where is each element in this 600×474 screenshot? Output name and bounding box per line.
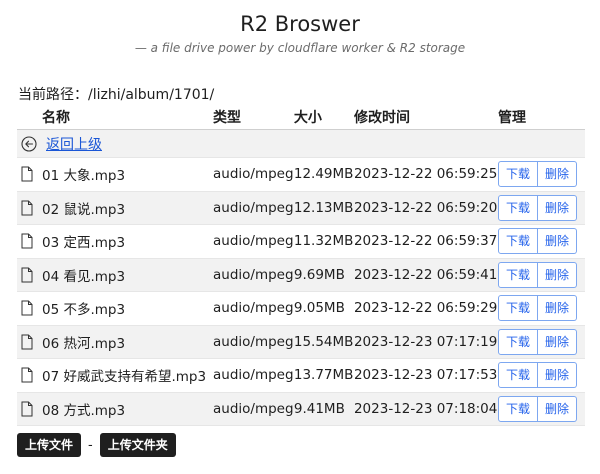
file-name[interactable]: 05 不多.mp3	[42, 298, 125, 318]
back-link[interactable]: 返回上级	[46, 134, 102, 154]
cell-name: 03 定西.mp3	[17, 224, 213, 259]
cell-modified: 2023-12-23 07:18:04	[353, 392, 498, 426]
delete-button[interactable]: 删除	[537, 161, 577, 188]
file-name[interactable]: 01 大象.mp3	[42, 164, 125, 184]
column-header-type: 类型	[213, 104, 294, 130]
back-row: 返回上级	[17, 129, 585, 158]
cell-name: 07 好威武支持有希望.mp3	[17, 358, 213, 393]
cell-size: 13.77MB	[293, 358, 354, 393]
cell-name: 06 热河.mp3	[17, 325, 213, 359]
download-button[interactable]: 下载	[497, 362, 538, 389]
table-row: 01 大象.mp3 audio/mpeg 12.49MB 2023-12-22 06:…	[17, 157, 585, 192]
page-title: R2 Broswer	[240, 12, 360, 36]
file-table: 名称 类型 大小 修改时间 管理 返回上级 01 大象.mp3 audio/mp…	[17, 104, 585, 426]
cell-size: 9.69MB	[293, 258, 354, 292]
cell-manage: 下载 删除	[497, 224, 585, 259]
cell-type: audio/mpeg	[213, 291, 294, 326]
cell-modified: 2023-12-22 06:59:20	[353, 191, 498, 225]
column-header-size: 大小	[293, 104, 354, 130]
file-name[interactable]: 03 定西.mp3	[42, 231, 125, 251]
download-button[interactable]: 下载	[497, 161, 538, 188]
file-icon	[21, 267, 33, 283]
column-header-modified: 修改时间	[353, 104, 498, 130]
cell-modified: 2023-12-23 07:17:19	[353, 325, 498, 359]
table-header-row: 名称 类型 大小 修改时间 管理	[17, 104, 585, 130]
download-button[interactable]: 下载	[497, 328, 538, 355]
cell-name: 02 鼠说.mp3	[17, 191, 213, 225]
cell-modified: 2023-12-22 06:59:37	[353, 224, 498, 259]
table-row: 04 看见.mp3 audio/mpeg 9.69MB 2023-12-22 06:5…	[17, 258, 585, 292]
page-subtitle: — a file drive power by cloudflare worke…	[134, 41, 466, 55]
table-row: 03 定西.mp3 audio/mpeg 11.32MB 2023-12-22 06:…	[17, 224, 585, 259]
table-row: 02 鼠说.mp3 audio/mpeg 12.13MB 2023-12-22 06:…	[17, 191, 585, 225]
cell-name: 01 大象.mp3	[17, 157, 213, 192]
column-header-manage: 管理	[497, 104, 585, 130]
cell-modified: 2023-12-22 06:59:25	[353, 157, 498, 192]
download-button[interactable]: 下载	[497, 395, 538, 422]
cell-type: audio/mpeg	[213, 224, 294, 259]
cell-type: audio/mpeg	[213, 358, 294, 393]
table-row: 07 好威武支持有希望.mp3 audio/mpeg 13.77MB 2023-12-…	[17, 358, 585, 393]
download-button[interactable]: 下载	[497, 228, 538, 255]
upload-separator: -	[88, 437, 93, 453]
file-icon	[21, 200, 33, 216]
cell-type: audio/mpeg	[213, 325, 294, 359]
delete-button[interactable]: 删除	[537, 261, 577, 288]
file-icon	[21, 233, 33, 249]
download-button[interactable]: 下载	[497, 261, 538, 288]
cell-manage: 下载 删除	[497, 157, 585, 192]
cell-size: 11.32MB	[293, 224, 354, 259]
current-path: 当前路径：/lizhi/album/1701/	[18, 87, 215, 103]
cell-size: 12.49MB	[293, 157, 354, 192]
file-name[interactable]: 02 鼠说.mp3	[42, 198, 125, 218]
upload-file-button[interactable]: 上传文件	[17, 433, 82, 457]
file-name[interactable]: 06 热河.mp3	[42, 332, 125, 352]
cell-type: audio/mpeg	[213, 191, 294, 225]
cell-manage: 下载 删除	[497, 291, 585, 326]
cell-manage: 下载 删除	[497, 325, 585, 359]
cell-type: audio/mpeg	[213, 258, 294, 292]
delete-button[interactable]: 删除	[537, 194, 577, 221]
cell-size: 9.41MB	[293, 392, 354, 426]
delete-button[interactable]: 删除	[537, 395, 577, 422]
download-button[interactable]: 下载	[497, 295, 538, 322]
delete-button[interactable]: 删除	[537, 328, 577, 355]
delete-button[interactable]: 删除	[537, 362, 577, 389]
file-icon	[21, 300, 33, 316]
file-icon	[21, 334, 33, 350]
cell-name: 05 不多.mp3	[17, 291, 213, 326]
file-icon	[21, 367, 33, 383]
cell-size: 9.05MB	[293, 291, 354, 326]
cell-name: 08 方式.mp3	[17, 392, 213, 426]
file-name[interactable]: 07 好威武支持有希望.mp3	[42, 365, 206, 385]
cell-modified: 2023-12-22 06:59:41	[353, 258, 498, 292]
upload-folder-button[interactable]: 上传文件夹	[99, 433, 176, 457]
cell-type: audio/mpeg	[213, 392, 294, 426]
back-arrow-icon[interactable]	[21, 135, 37, 152]
cell-manage: 下载 删除	[497, 191, 585, 225]
cell-manage: 下载 删除	[497, 258, 585, 292]
table-row: 05 不多.mp3 audio/mpeg 9.05MB 2023-12-22 06:5…	[17, 291, 585, 326]
file-icon	[21, 166, 33, 182]
cell-size: 15.54MB	[293, 325, 354, 359]
table-row: 08 方式.mp3 audio/mpeg 9.41MB 2023-12-23 07:1…	[17, 392, 585, 426]
column-header-name: 名称	[17, 104, 213, 130]
table-row: 06 热河.mp3 audio/mpeg 15.54MB 2023-12-23 07:…	[17, 325, 585, 359]
delete-button[interactable]: 删除	[537, 295, 577, 322]
cell-modified: 2023-12-23 07:17:53	[353, 358, 498, 393]
cell-manage: 下载 删除	[497, 358, 585, 393]
cell-type: audio/mpeg	[213, 157, 294, 192]
cell-size: 12.13MB	[293, 191, 354, 225]
upload-bar: 上传文件 - 上传文件夹	[17, 433, 176, 457]
cell-name: 04 看见.mp3	[17, 258, 213, 292]
delete-button[interactable]: 删除	[537, 228, 577, 255]
file-name[interactable]: 08 方式.mp3	[42, 399, 125, 419]
file-name[interactable]: 04 看见.mp3	[42, 265, 125, 285]
file-icon	[21, 401, 33, 417]
cell-modified: 2023-12-22 06:59:29	[353, 291, 498, 326]
cell-manage: 下载 删除	[497, 392, 585, 426]
download-button[interactable]: 下载	[497, 194, 538, 221]
